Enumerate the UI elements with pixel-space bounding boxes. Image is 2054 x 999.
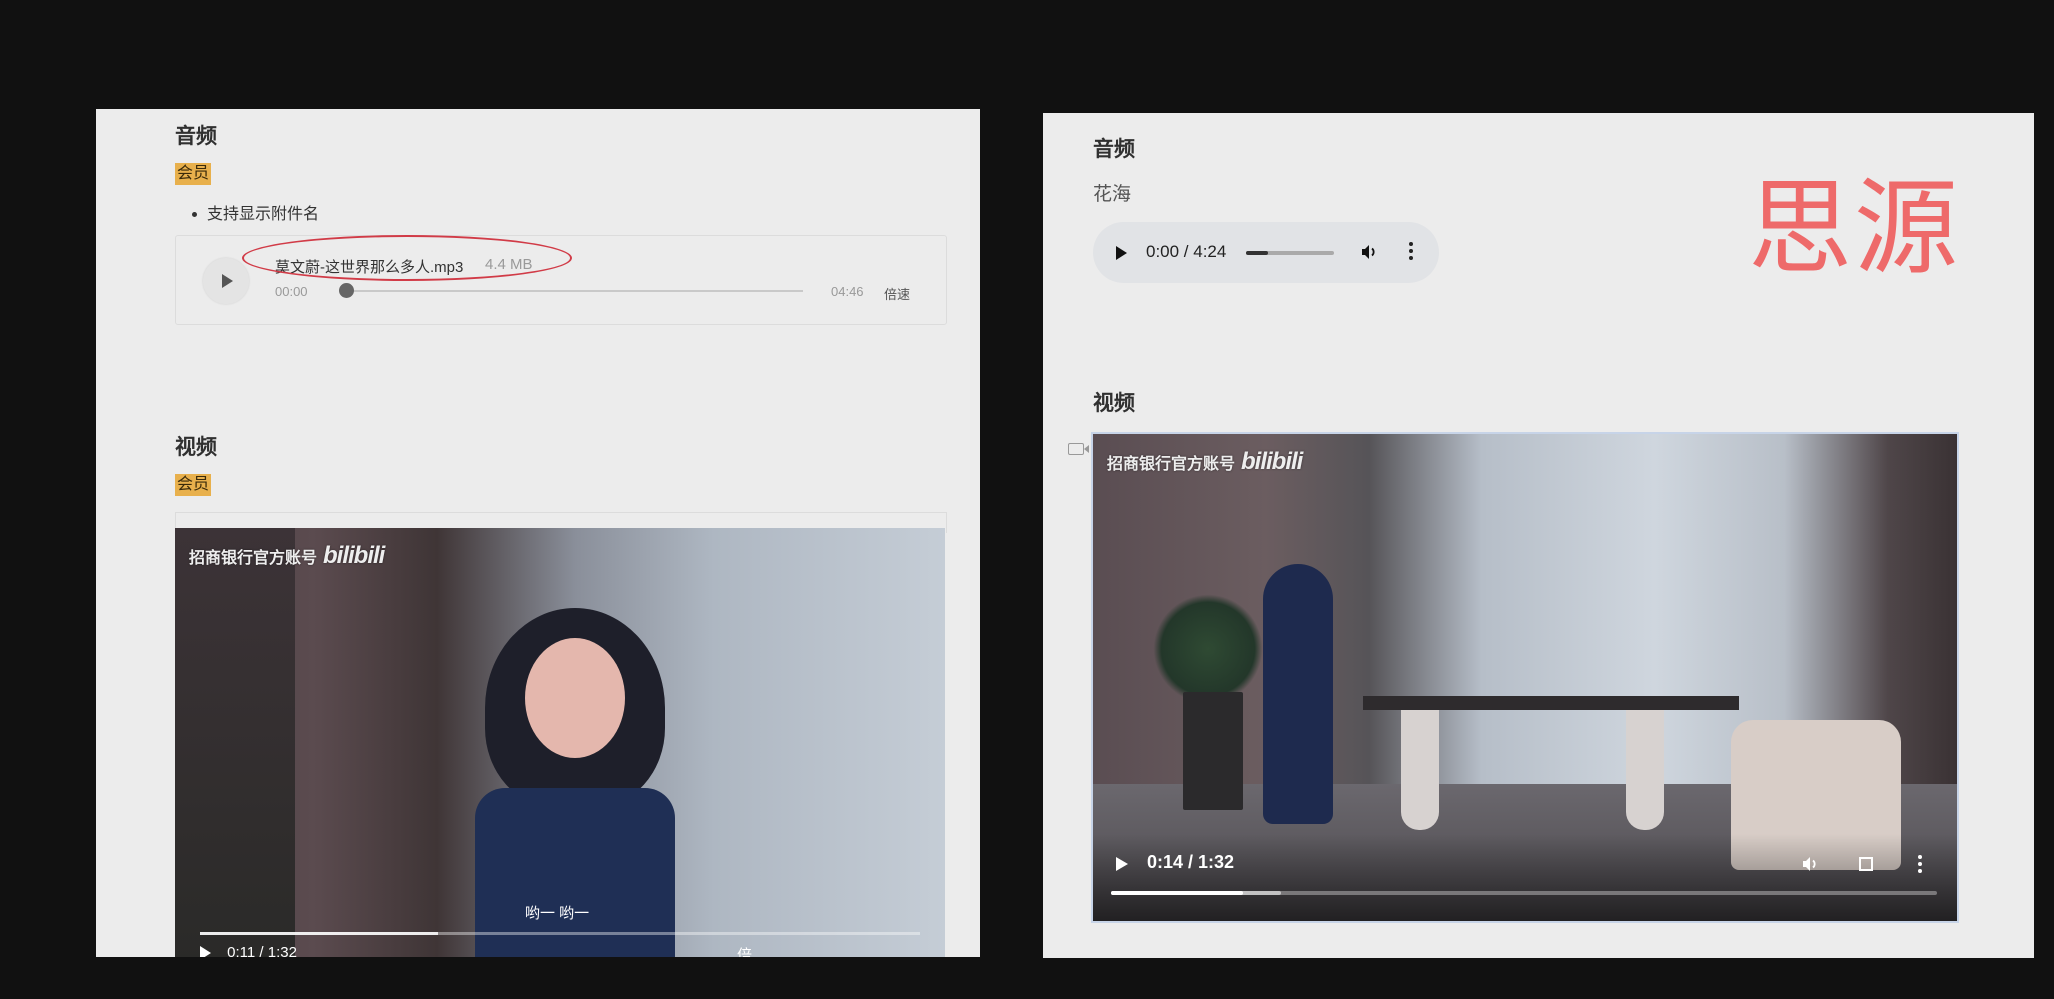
audio-duration: 04:46 (831, 284, 864, 299)
audio-seek-knob[interactable] (339, 283, 354, 298)
play-icon (222, 274, 233, 288)
video-controls-gradient (1093, 834, 1957, 921)
watermark-text: 招商银行官方账号 (189, 550, 318, 567)
bullet-dot (192, 212, 197, 218)
play-button[interactable] (203, 258, 249, 304)
video-watermark: 招商银行官方账号 bilibili (189, 542, 385, 570)
video-bg-curtain (175, 528, 295, 957)
video-bg-plant (1153, 594, 1263, 704)
more-vert-icon[interactable] (1918, 855, 1922, 876)
song-title: 花海 (1093, 184, 1132, 205)
video-time: 0:11 / 1:32 (227, 944, 297, 957)
audio-current-time: 00:00 (275, 284, 308, 299)
video-heading: 视频 (1093, 392, 1135, 415)
native-audio-player: 0:00 / 4:24 (1093, 222, 1439, 283)
more-vert-icon[interactable] (1409, 242, 1413, 263)
brand-text: 思源 (1748, 167, 1961, 289)
member-badge: 会员 (175, 163, 212, 185)
bullet-item: 支持显示附件名 (192, 200, 319, 224)
video-progress-fill (200, 932, 438, 935)
video-bg-figure (1263, 564, 1333, 824)
video-bg-desk-leg (1401, 710, 1439, 830)
audio-seek-bar[interactable] (343, 290, 803, 292)
video-member-badge: 会员 (175, 474, 212, 496)
audio-time: 0:00 / 4:24 (1146, 242, 1227, 261)
play-icon[interactable] (1116, 857, 1128, 871)
video-time: 0:14 / 1:32 (1147, 852, 1235, 872)
audio-seek-fill (1246, 251, 1268, 255)
fullscreen-icon[interactable] (1859, 857, 1873, 871)
audio-heading: 音频 (1093, 138, 1135, 161)
video-camera-icon[interactable] (1068, 443, 1089, 455)
video-bg-pot (1183, 692, 1243, 810)
volume-icon[interactable] (1801, 855, 1819, 873)
left-panel: 音频 会员 支持显示附件名 莫文蔚-这世界那么多人.mp3 4.4 MB 00:… (96, 109, 980, 957)
video-progress-fill (1111, 891, 1244, 895)
annotation-ellipse (242, 235, 572, 281)
play-icon[interactable] (1116, 246, 1127, 260)
volume-icon[interactable] (1360, 243, 1378, 261)
bilibili-logo: bilibili (323, 542, 385, 569)
video-subtitle: 哟一 哟一 (525, 905, 590, 922)
video-speed-button[interactable]: 倍速 (737, 944, 752, 957)
video-bg-figure-face (525, 638, 625, 758)
video-bg-desk-leg (1626, 710, 1664, 830)
bullet-text: 支持显示附件名 (207, 206, 320, 223)
video-heading: 视频 (175, 436, 217, 459)
video-player[interactable]: 招商银行官方账号 bilibili 哟一 哟一 0:11 / 1:32 倍速 (175, 528, 945, 957)
video-controls: 0:11 / 1:32 倍速 (200, 944, 752, 957)
watermark-text: 招商银行官方账号 (1107, 456, 1236, 473)
audio-heading: 音频 (175, 125, 217, 148)
native-video-player[interactable]: 招商银行官方账号 bilibili 0:14 / 1:32 (1091, 432, 1959, 923)
video-watermark: 招商银行官方账号 bilibili (1107, 448, 1303, 476)
speed-button[interactable]: 倍速 (884, 284, 910, 303)
right-panel: 音频 花海 0:00 / 4:24 思源 视频 招商银行官方账号 bilibili… (1043, 113, 2034, 958)
video-bg-desk (1363, 696, 1739, 710)
bilibili-logo: bilibili (1241, 448, 1303, 475)
play-icon[interactable] (200, 946, 211, 957)
